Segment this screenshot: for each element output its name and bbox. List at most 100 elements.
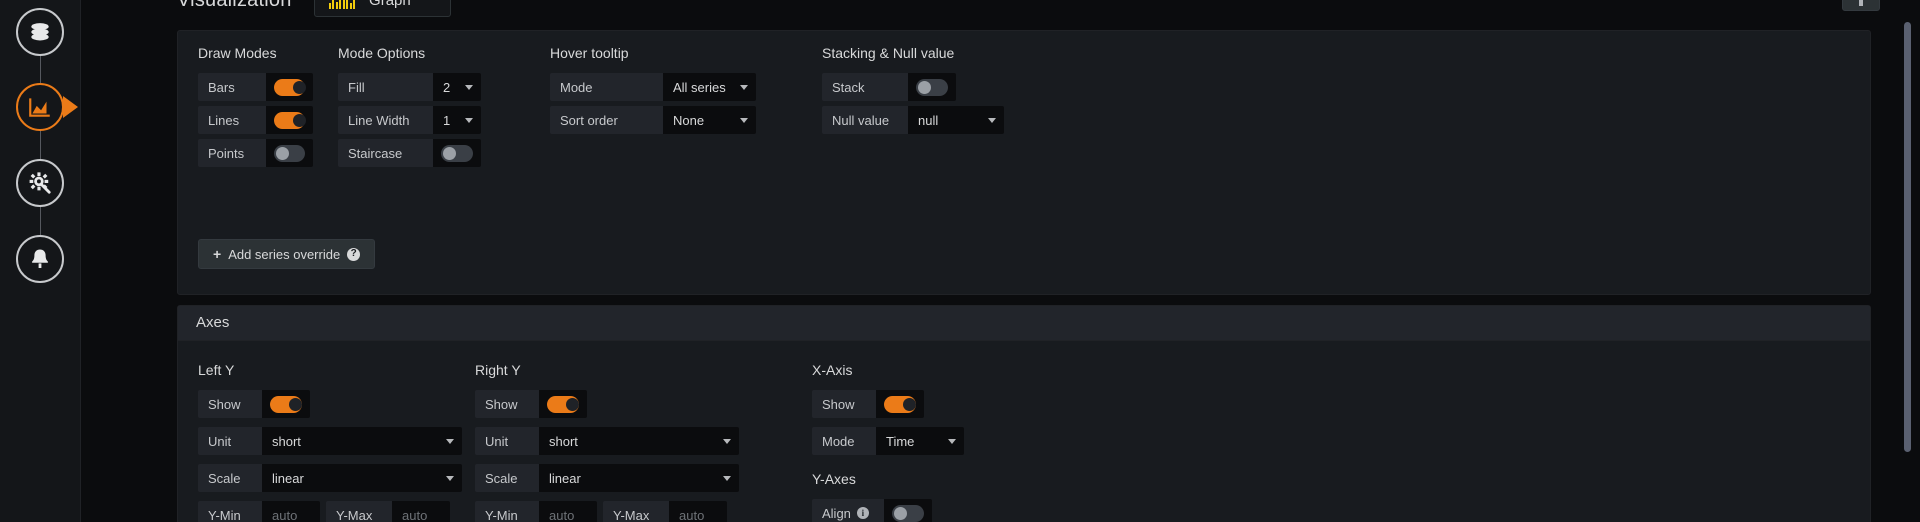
left-y-ymin-input[interactable]: auto xyxy=(262,501,320,522)
left-y-ymax-input[interactable]: auto xyxy=(392,501,450,522)
lines-toggle-cell[interactable] xyxy=(266,106,313,134)
points-toggle-cell[interactable] xyxy=(266,139,313,167)
chevron-down-icon xyxy=(446,475,454,481)
points-toggle[interactable] xyxy=(274,144,305,162)
left-y-scale-label: Scale xyxy=(198,464,262,492)
x-axis-show-toggle-cell[interactable] xyxy=(876,390,924,418)
stack-toggle[interactable] xyxy=(916,78,948,96)
tooltip-mode-select[interactable]: All series xyxy=(663,73,756,101)
right-y-scale-select[interactable]: linear xyxy=(539,464,739,492)
add-series-override-button[interactable]: + Add series override ? xyxy=(198,239,376,269)
right-y-unit-label: Unit xyxy=(475,427,539,455)
draw-modes-row-lines: Lines xyxy=(198,106,313,134)
right-y-ymin-label: Y-Min xyxy=(475,501,539,522)
sort-order-value: None xyxy=(673,112,705,128)
hover-tooltip-title: Hover tooltip xyxy=(550,45,629,61)
hover-tooltip-row-mode: Mode All series xyxy=(550,73,756,101)
y-axes-align-label-cell: Align i xyxy=(812,499,884,522)
right-y-unit-select[interactable]: short xyxy=(539,427,739,455)
right-y-scale-value: linear xyxy=(549,470,581,486)
hover-tooltip-row-sort-order: Sort order None xyxy=(550,106,756,134)
x-axis-mode-select[interactable]: Time xyxy=(876,427,964,455)
sort-order-label: Sort order xyxy=(550,106,663,134)
chevron-down-icon xyxy=(740,117,748,123)
left-y-show-label: Show xyxy=(198,390,262,418)
plus-icon: + xyxy=(213,246,222,262)
sidebar-item-visualization[interactable] xyxy=(16,83,64,131)
lines-toggle[interactable] xyxy=(274,111,306,129)
left-y-title: Left Y xyxy=(198,362,235,378)
sidebar-item-alert[interactable] xyxy=(16,235,64,283)
gear-wrench-icon xyxy=(27,170,53,196)
tooltip-mode-value: All series xyxy=(673,79,726,95)
chevron-down-icon xyxy=(740,84,748,90)
left-y-show-toggle[interactable] xyxy=(270,395,302,413)
left-y-scale-select[interactable]: linear xyxy=(262,464,462,492)
x-axis-mode-label: Mode xyxy=(812,427,876,455)
database-icon xyxy=(27,19,53,45)
left-y-unit-select[interactable]: short xyxy=(262,427,462,455)
y-axes-align-label: Align xyxy=(822,505,851,521)
x-axis-row-mode: Mode Time xyxy=(812,427,964,455)
staircase-toggle[interactable] xyxy=(441,144,473,162)
right-y-row-unit: Unit short xyxy=(475,427,739,455)
bar-chart-icon xyxy=(328,0,356,9)
axes-title: Axes xyxy=(178,306,1870,341)
line-width-value: 1 xyxy=(443,112,451,128)
graph-icon xyxy=(27,94,53,120)
draw-modes-row-points: Points xyxy=(198,139,313,167)
y-axes-align-toggle[interactable] xyxy=(892,504,924,522)
options-scrollbar[interactable] xyxy=(1902,0,1912,522)
bars-toggle-cell[interactable] xyxy=(266,73,313,101)
y-axes-title: Y-Axes xyxy=(812,471,856,487)
mode-options-row-line-width: Line Width 1 xyxy=(338,106,481,134)
x-axis-mode-value: Time xyxy=(886,433,915,449)
display-options-panel: Draw Modes Bars Lines Points Mode Option… xyxy=(177,30,1871,295)
stacking-row-stack: Stack xyxy=(822,73,956,101)
x-axis-show-label: Show xyxy=(812,390,876,418)
stacking-null-title: Stacking & Null value xyxy=(822,45,955,61)
info-icon[interactable]: i xyxy=(856,507,869,519)
lines-label: Lines xyxy=(198,106,266,134)
sidebar-item-general[interactable] xyxy=(16,159,64,207)
x-axis-row-show: Show xyxy=(812,390,924,418)
left-y-unit-value: short xyxy=(272,433,301,449)
staircase-toggle-cell[interactable] xyxy=(433,139,481,167)
sort-order-select[interactable]: None xyxy=(663,106,756,134)
left-y-row-show: Show xyxy=(198,390,310,418)
null-value-select[interactable]: null xyxy=(908,106,1004,134)
x-axis-show-toggle[interactable] xyxy=(884,395,916,413)
mode-options-row-fill: Fill 2 xyxy=(338,73,481,101)
editor-nav-rail xyxy=(0,0,81,522)
left-y-show-toggle-cell[interactable] xyxy=(262,390,310,418)
collapse-icon xyxy=(1859,0,1863,6)
draw-modes-row-bars: Bars xyxy=(198,73,313,101)
null-value-value: null xyxy=(918,112,939,128)
chevron-down-icon xyxy=(723,438,731,444)
right-y-scale-label: Scale xyxy=(475,464,539,492)
left-y-ymin-label: Y-Min xyxy=(198,501,262,522)
bars-toggle[interactable] xyxy=(274,78,306,96)
fill-label: Fill xyxy=(338,73,433,101)
collapse-options-button[interactable] xyxy=(1842,0,1880,11)
right-y-unit-value: short xyxy=(549,433,578,449)
staircase-label: Staircase xyxy=(338,139,433,167)
right-y-show-toggle-cell[interactable] xyxy=(539,390,587,418)
scrollbar-thumb[interactable] xyxy=(1904,22,1911,452)
editor-content: Visualization Graph Draw Modes Bars Line… xyxy=(81,0,1920,522)
left-y-row-ymax: Y-Max auto xyxy=(326,501,450,522)
right-y-show-toggle[interactable] xyxy=(547,395,579,413)
right-y-ymax-label: Y-Max xyxy=(603,501,669,522)
fill-select[interactable]: 2 xyxy=(433,73,481,101)
y-axes-row-align: Align i xyxy=(812,499,932,522)
right-y-ymax-input[interactable]: auto xyxy=(669,501,727,522)
right-y-ymin-input[interactable]: auto xyxy=(539,501,597,522)
line-width-select[interactable]: 1 xyxy=(433,106,481,134)
chevron-down-icon xyxy=(988,117,996,123)
sidebar-item-queries[interactable] xyxy=(16,8,64,56)
y-axes-align-toggle-cell[interactable] xyxy=(884,499,932,522)
panel-editor: Visualization Graph Draw Modes Bars Line… xyxy=(0,0,1920,522)
visualization-picker-name: Graph xyxy=(369,0,411,9)
visualization-picker[interactable]: Graph xyxy=(313,0,451,17)
stack-toggle-cell[interactable] xyxy=(908,73,956,101)
